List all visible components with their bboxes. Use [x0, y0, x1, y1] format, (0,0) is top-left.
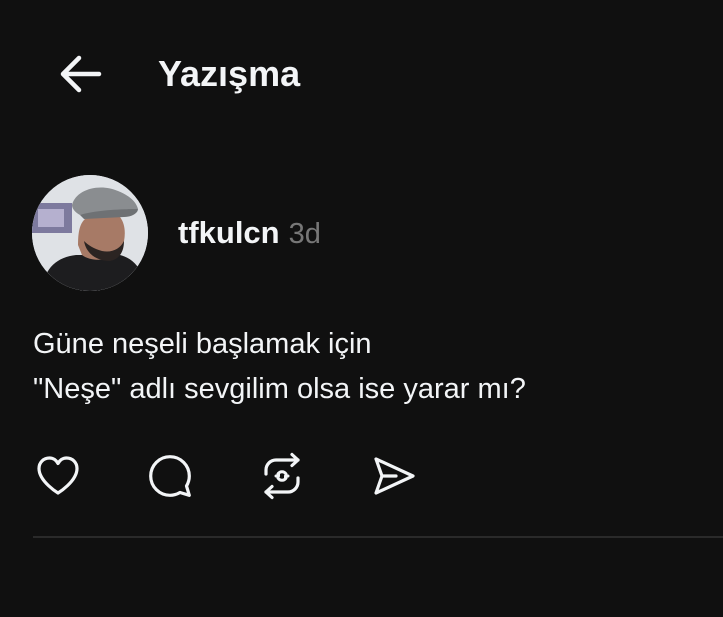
post-divider	[33, 536, 723, 538]
send-icon	[374, 457, 415, 495]
comment-bubble-icon	[149, 455, 191, 497]
back-button[interactable]	[52, 50, 108, 98]
profile-photo	[32, 175, 148, 291]
share-button[interactable]	[366, 448, 422, 504]
post-text-line: Güne neşeli başlamak için	[33, 328, 372, 360]
arrow-left-icon	[60, 55, 102, 93]
avatar[interactable]	[32, 175, 148, 291]
post-author-row: tfkulcn 3d	[178, 215, 321, 255]
like-button[interactable]	[30, 448, 86, 504]
reply-button[interactable]	[142, 448, 198, 504]
post-text: Güne neşeli başlamak için "Neşe" adlı se…	[33, 322, 693, 412]
post-text-line: "Neşe" adlı sevgilim olsa ise yarar mı?	[33, 373, 526, 405]
repost-button[interactable]	[254, 448, 310, 504]
repost-icon	[264, 452, 300, 500]
username[interactable]: tfkulcn	[178, 215, 280, 251]
heart-icon	[37, 456, 79, 495]
post-timestamp: 3d	[288, 218, 321, 250]
top-bar: Yazışma	[0, 0, 723, 150]
page-title: Yazışma	[158, 53, 301, 94]
